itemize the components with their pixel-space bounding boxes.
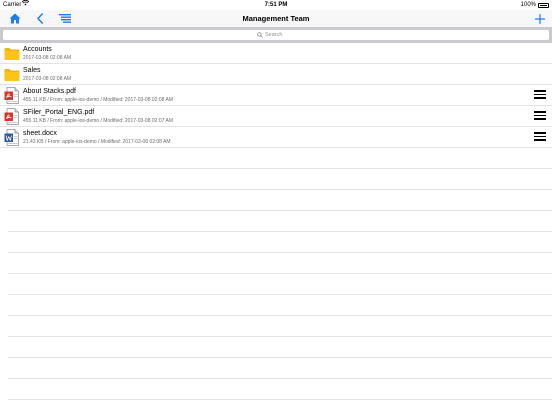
item-meta: 2017-03-08 02:08 AM <box>23 76 72 82</box>
navigation-bar: Management Team <box>0 10 552 27</box>
item-meta: 21.43 KB / From: apple-ios-demo / Modifi… <box>23 139 171 145</box>
search-bar <box>0 27 552 43</box>
empty-row <box>8 274 552 295</box>
empty-row <box>8 232 552 253</box>
empty-row <box>8 316 552 337</box>
pdf-file-icon <box>4 108 19 125</box>
add-button[interactable] <box>533 10 547 27</box>
search-input[interactable] <box>265 32 295 38</box>
item-menu-button[interactable] <box>534 111 546 121</box>
pdf-file-icon <box>4 87 19 104</box>
item-meta: 2017-03-08 02:08 AM <box>23 55 72 61</box>
empty-row <box>8 211 552 232</box>
hamburger-icon <box>534 90 546 92</box>
empty-row <box>8 295 552 316</box>
folder-icon <box>4 69 20 81</box>
search-icon <box>257 32 263 38</box>
empty-row <box>8 148 552 169</box>
list-item-file[interactable]: About Stacks.pdf 455.11 KB / From: apple… <box>0 85 552 106</box>
empty-row <box>8 337 552 358</box>
list-item-folder[interactable]: Sales 2017-03-08 02:08 AM <box>0 64 552 85</box>
battery-icon <box>538 3 549 8</box>
item-name: About Stacks.pdf <box>23 88 76 95</box>
item-name: Accounts <box>23 46 52 53</box>
empty-row <box>8 358 552 379</box>
item-name: Sales <box>23 67 41 74</box>
item-name: sheet.docx <box>23 130 57 137</box>
empty-row <box>8 169 552 190</box>
search-field[interactable] <box>3 30 549 40</box>
item-name: SFiler_Portal_ENG.pdf <box>23 109 95 116</box>
status-time: 7:51 PM <box>264 2 288 8</box>
empty-row <box>8 379 552 400</box>
empty-row <box>8 190 552 211</box>
hamburger-icon <box>534 132 546 134</box>
folder-icon <box>4 48 20 60</box>
list-item-folder[interactable]: Accounts 2017-03-08 02:08 AM <box>0 43 552 64</box>
hamburger-icon <box>534 111 546 113</box>
list-item-file[interactable]: sheet.docx 21.43 KB / From: apple-ios-de… <box>0 127 552 148</box>
file-list: Accounts 2017-03-08 02:08 AM Sales 2017-… <box>0 43 552 400</box>
list-item-file[interactable]: SFiler_Portal_ENG.pdf 455.11 KB / From: … <box>0 106 552 127</box>
item-meta: 455.11 KB / From: apple-ios-demo / Modif… <box>23 118 173 124</box>
page-title: Management Team <box>242 14 310 23</box>
item-menu-button[interactable] <box>534 90 546 100</box>
plus-icon <box>535 13 545 24</box>
battery-percent: 100% <box>520 2 536 8</box>
word-file-icon <box>4 129 19 146</box>
item-menu-button[interactable] <box>534 132 546 142</box>
status-bar: Carrier 7:51 PM 100% <box>0 0 552 10</box>
empty-row <box>8 253 552 274</box>
item-meta: 455.11 KB / From: apple-ios-demo / Modif… <box>23 97 173 103</box>
